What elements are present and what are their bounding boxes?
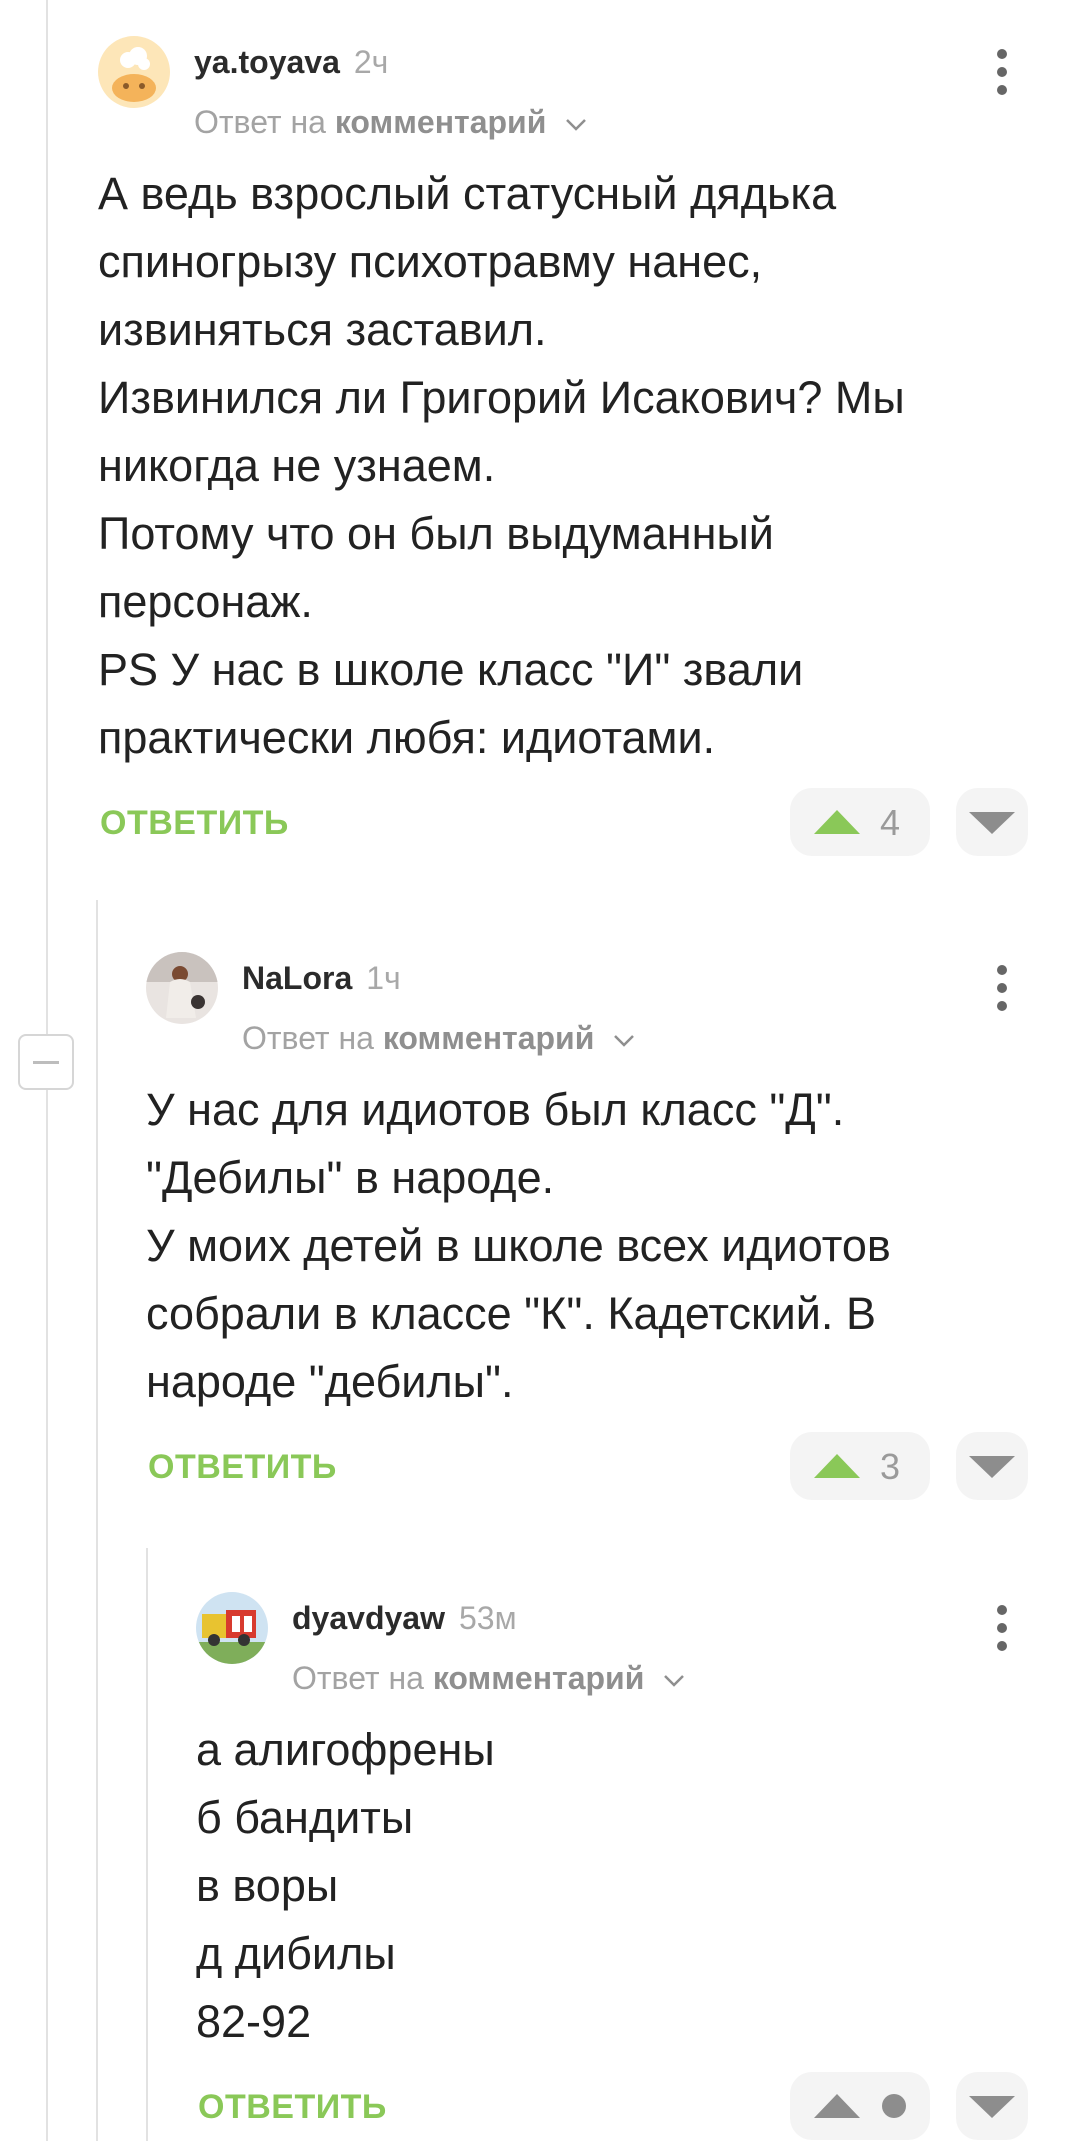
comment-text-line: практически любя: идиотами. <box>98 712 716 763</box>
collapse-thread-button[interactable] <box>18 1034 74 1090</box>
author-name[interactable]: ya.toyava <box>194 44 340 80</box>
upvote-button[interactable]: 3 <box>790 1432 930 1500</box>
thread-line-level-3 <box>146 1548 148 2141</box>
arrow-down-icon <box>969 1456 1015 1478</box>
reply-to-link[interactable]: Ответ на комментарий <box>194 104 587 141</box>
downvote-button[interactable] <box>956 1432 1028 1500</box>
comment-text-line: PS У нас в школе класс "И" звали <box>98 644 804 695</box>
comment-text-line: в воры <box>196 1860 339 1911</box>
more-vertical-icon[interactable] <box>984 1598 1020 1658</box>
avatar[interactable] <box>196 1592 268 1664</box>
comment-text-line: а алигофрены <box>196 1724 495 1775</box>
reply-target: комментарий <box>382 1020 595 1056</box>
rating-count: 3 <box>880 1446 901 1487</box>
comment-text-line: 82-92 <box>196 1996 312 2047</box>
arrow-down-icon <box>969 812 1015 834</box>
downvote-button[interactable] <box>956 788 1028 856</box>
reply-prefix: Ответ на <box>242 1020 374 1056</box>
comment-author[interactable]: NaLora 1ч <box>242 960 401 997</box>
comment-text-line: персонаж. <box>98 576 313 627</box>
comment-text-line: Потому что он был выдуманный <box>98 508 774 559</box>
comment-time: 53м <box>458 1600 517 1636</box>
comment-text-line: У моих детей в школе всех идиотов <box>146 1220 891 1271</box>
comment-author[interactable]: ya.toyava 2ч <box>194 44 388 81</box>
arrow-up-icon <box>814 810 860 834</box>
thread-line-level-2 <box>96 900 98 2141</box>
reply-to-link[interactable]: Ответ на комментарий <box>242 1020 635 1057</box>
reply-prefix: Ответ на <box>194 104 326 140</box>
comment-time: 1ч <box>366 960 401 996</box>
comments-thread: ya.toyava 2ч Ответ на комментарий А ведь … <box>0 0 1080 2141</box>
reply-target: комментарий <box>432 1660 645 1696</box>
chevron-down-icon <box>614 1034 635 1047</box>
more-vertical-icon[interactable] <box>984 42 1020 102</box>
reply-to-link[interactable]: Ответ на комментарий <box>292 1660 685 1697</box>
comment-text-line: У нас для идиотов был класс "Д". <box>146 1084 845 1135</box>
rating-count: 4 <box>880 802 901 843</box>
chevron-down-icon <box>566 118 587 131</box>
downvote-button[interactable] <box>956 2072 1028 2140</box>
comment-text-line: собрали в классе "К". Кадетский. В <box>146 1288 876 1339</box>
rating-hidden-dot <box>882 2094 906 2118</box>
comment-text-line: никогда не узнаем. <box>98 440 496 491</box>
upvote-button[interactable]: 4 <box>790 788 930 856</box>
comment-author[interactable]: dyavdyaw 53м <box>292 1600 517 1637</box>
comment: ya.toyava 2ч Ответ на комментарий А ведь … <box>98 36 1038 856</box>
arrow-up-icon <box>814 1454 860 1478</box>
reply-button[interactable]: ОТВЕТИТЬ <box>198 2088 387 2127</box>
comment-text-line: А ведь взрослый статусный дядька <box>98 168 837 219</box>
arrow-up-icon <box>814 2094 860 2118</box>
comment-text-line: народе "дебилы". <box>146 1356 514 1407</box>
comment-text-line: извиняться заставил. <box>98 304 547 355</box>
comment-text-line: "Дебилы" в народе. <box>146 1152 555 1203</box>
comment-time: 2ч <box>353 44 389 80</box>
comment-body: У нас для идиотов был класс "Д". "Дебилы… <box>146 1076 891 1416</box>
reply-button[interactable]: ОТВЕТИТЬ <box>148 1448 337 1487</box>
arrow-down-icon <box>969 2096 1015 2118</box>
author-name[interactable]: NaLora <box>242 960 352 996</box>
comment-text-line: б бандиты <box>196 1792 414 1843</box>
comment-text-line: д дибилы <box>196 1928 396 1979</box>
comment-text-line: Извинился ли Григорий Исакович? Мы <box>98 372 905 423</box>
comment: NaLora 1ч Ответ на комментарий У нас для … <box>146 952 1038 1512</box>
reply-button[interactable]: ОТВЕТИТЬ <box>100 804 289 843</box>
reply-prefix: Ответ на <box>292 1660 424 1696</box>
avatar[interactable] <box>98 36 170 108</box>
more-vertical-icon[interactable] <box>984 958 1020 1018</box>
upvote-button[interactable] <box>790 2072 930 2140</box>
comment: dyavdyaw 53м Ответ на комментарий а алиго… <box>196 1592 1038 2141</box>
avatar[interactable] <box>146 952 218 1024</box>
comment-body: а алигофрены б бандиты в воры д дибилы 8… <box>196 1716 495 2056</box>
reply-target: комментарий <box>334 104 547 140</box>
comment-body: А ведь взрослый статусный дядька спиногр… <box>98 160 905 772</box>
comment-text-line: спиногрызу психотравму нанес, <box>98 236 763 287</box>
chevron-down-icon <box>664 1674 685 1687</box>
author-name[interactable]: dyavdyaw <box>292 1600 445 1636</box>
